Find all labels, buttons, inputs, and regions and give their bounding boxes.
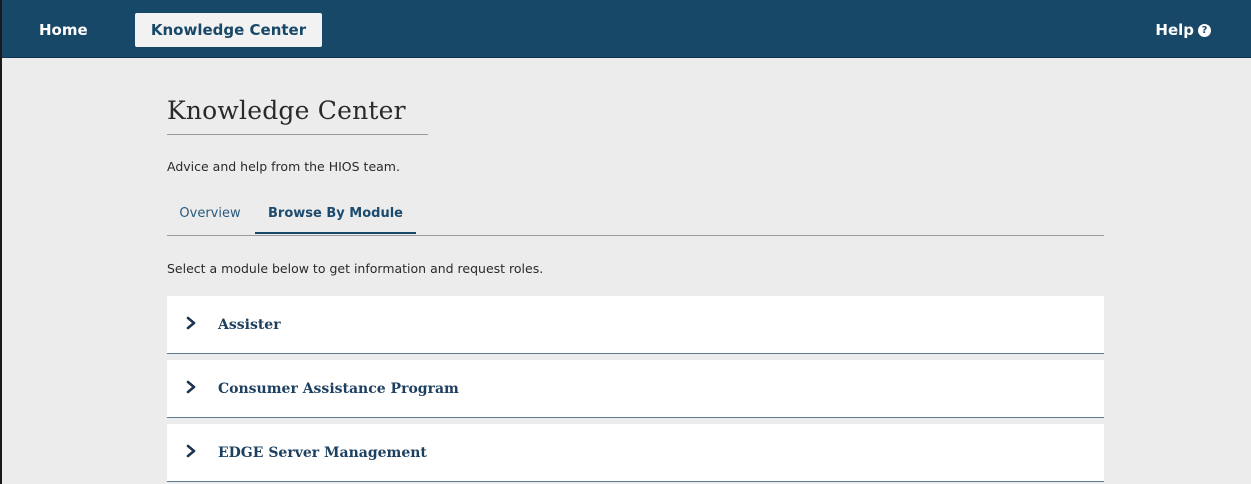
module-accordion-consumer-assistance-program[interactable]: Consumer Assistance Program	[167, 360, 1104, 418]
instructions-text: Select a module below to get information…	[167, 261, 544, 276]
module-label: Consumer Assistance Program	[218, 381, 459, 397]
chevron-right-icon	[186, 380, 196, 394]
title-underline	[167, 134, 428, 135]
tab-browse-by-module[interactable]: Browse By Module	[255, 199, 416, 234]
module-label: Assister	[218, 317, 281, 333]
module-accordion-edge-server-management[interactable]: EDGE Server Management	[167, 424, 1104, 482]
help-label: Help	[1155, 21, 1194, 39]
module-label: EDGE Server Management	[218, 445, 427, 461]
app-frame: Home Knowledge Center Help ? Knowledge C…	[0, 0, 1251, 484]
nav-knowledge-center-link[interactable]: Knowledge Center	[135, 13, 322, 47]
chevron-right-icon	[186, 316, 196, 330]
chevron-right-icon	[186, 444, 196, 458]
nav-help-link[interactable]: Help ?	[1155, 20, 1211, 40]
nav-home-link[interactable]: Home	[39, 20, 88, 40]
page-subtitle: Advice and help from the HIOS team.	[167, 159, 400, 174]
page-title: Knowledge Center	[167, 96, 406, 125]
tab-bar: Overview Browse By Module	[167, 199, 1104, 236]
tab-overview[interactable]: Overview	[167, 199, 253, 234]
top-navigation-bar: Home Knowledge Center Help ?	[2, 0, 1251, 58]
question-circle-icon: ?	[1198, 23, 1211, 37]
module-accordion-assister[interactable]: Assister	[167, 296, 1104, 354]
